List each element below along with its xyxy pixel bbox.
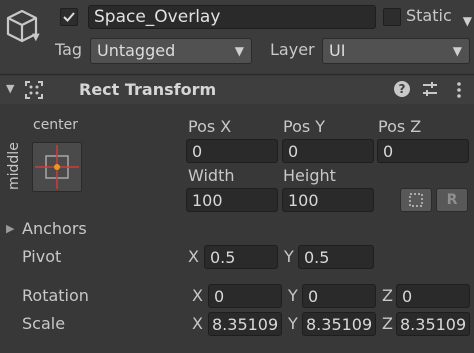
static-label: Static [406, 6, 452, 25]
pos-x-field[interactable]: 0 [186, 139, 278, 163]
pivot-y-field[interactable]: 0.5 [298, 245, 374, 269]
component-header[interactable]: ▼ Rect Transform ? [0, 76, 474, 104]
divider [0, 74, 474, 75]
rect-transform-icon [24, 80, 44, 100]
width-label: Width [188, 166, 235, 185]
chevron-down-icon: ▼ [452, 44, 462, 58]
rotation-y-axis-label: Y [288, 286, 298, 305]
scale-y-field[interactable]: 8.35109 [302, 312, 376, 336]
static-dropdown-button[interactable]: ▼ [456, 6, 474, 30]
foldout-arrow-icon[interactable]: ▼ [6, 82, 14, 95]
anchor-presets-button[interactable] [32, 142, 82, 192]
scale-x-axis-label: X [192, 314, 203, 333]
chevron-down-icon: ▼ [234, 44, 244, 58]
scale-z-axis-label: Z [382, 314, 393, 333]
component-title: Rect Transform [79, 80, 217, 99]
dotted-rect-icon [409, 193, 423, 207]
rotation-x-field[interactable]: 0 [208, 284, 282, 308]
pos-x-label: Pos X [188, 117, 232, 136]
layer-dropdown[interactable]: UI ▼ [322, 38, 470, 64]
layer-dropdown-value: UI [329, 41, 346, 60]
presets-sliders-icon[interactable] [421, 80, 439, 98]
pos-z-label: Pos Z [378, 117, 422, 136]
icon-dropdown-chevron-icon[interactable]: ▼ [32, 32, 40, 43]
tag-dropdown[interactable]: Untagged ▼ [90, 38, 252, 64]
scale-z-field[interactable]: 8.35109 [396, 312, 470, 336]
more-options-icon[interactable] [456, 80, 462, 100]
anchor-crosshair-icon [35, 145, 79, 189]
static-checkbox[interactable] [383, 8, 401, 26]
scale-y-axis-label: Y [288, 314, 298, 333]
anchor-vertical-label: middle [6, 142, 22, 190]
height-label: Height [283, 166, 336, 185]
anchors-label[interactable]: Anchors [22, 219, 87, 238]
layer-label: Layer [270, 40, 315, 59]
raw-edit-button[interactable]: R [436, 188, 468, 212]
width-field[interactable]: 100 [186, 188, 278, 212]
rotation-y-field[interactable]: 0 [302, 284, 376, 308]
raw-edit-label: R [446, 192, 458, 208]
blueprint-mode-button[interactable] [400, 188, 432, 212]
pos-y-label: Pos Y [283, 117, 326, 136]
scale-label: Scale [22, 314, 66, 333]
scale-x-field[interactable]: 8.35109 [208, 312, 282, 336]
pivot-y-axis-label: Y [284, 247, 294, 266]
rotation-z-axis-label: Z [382, 286, 393, 305]
tag-dropdown-value: Untagged [97, 41, 176, 60]
object-header: ▼ Space_Overlay Static ▼ Tag Untagged ▼ … [0, 0, 474, 73]
pivot-x-field[interactable]: 0.5 [204, 245, 278, 269]
rotation-label: Rotation [22, 286, 89, 305]
anchors-foldout-arrow-icon[interactable]: ▶ [6, 222, 14, 235]
active-checkbox[interactable] [60, 8, 78, 26]
height-field[interactable]: 100 [282, 188, 374, 212]
anchor-horizontal-label: center [33, 117, 79, 133]
pivot-x-axis-label: X [188, 247, 199, 266]
pos-z-field[interactable]: 0 [377, 139, 469, 163]
rotation-x-axis-label: X [192, 286, 203, 305]
tag-label: Tag [55, 40, 83, 59]
pivot-label: Pivot [22, 247, 62, 266]
rotation-z-field[interactable]: 0 [396, 284, 470, 308]
help-icon[interactable]: ? [394, 81, 410, 97]
pos-y-field[interactable]: 0 [282, 139, 374, 163]
checkmark-icon [63, 12, 75, 22]
object-name-input[interactable]: Space_Overlay [88, 5, 376, 29]
